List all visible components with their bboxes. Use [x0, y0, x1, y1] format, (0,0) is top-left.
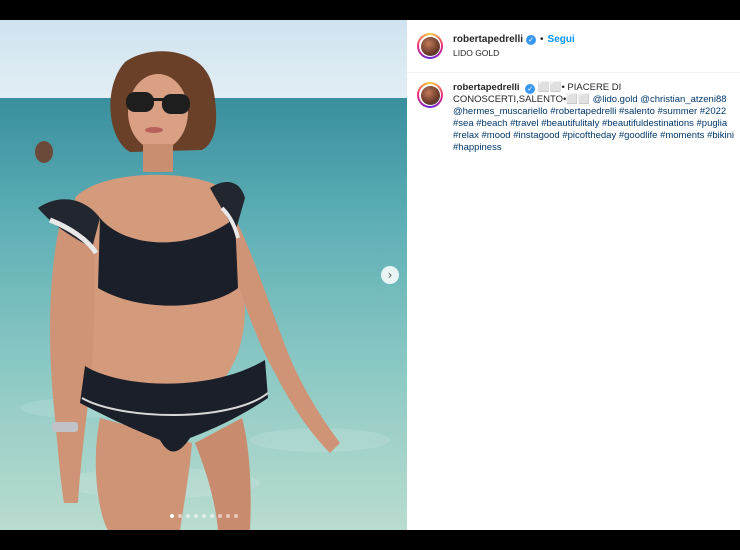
hashtag-link[interactable]: #2022: [700, 106, 726, 117]
verified-badge-icon: ✓: [525, 84, 536, 94]
avatar-image: [420, 36, 440, 56]
screen: › robertapedrelli ✓ • Segui LIDO GOLD ro…: [0, 0, 740, 550]
caption-avatar[interactable]: [417, 82, 443, 108]
post-sidebar: robertapedrelli ✓ • Segui LIDO GOLD robe…: [407, 20, 740, 530]
hashtag-link[interactable]: #moments: [660, 130, 704, 141]
hashtag-link[interactable]: #summer: [658, 106, 698, 117]
post-header: robertapedrelli ✓ • Segui LIDO GOLD: [407, 20, 740, 73]
hashtag-link[interactable]: #robertapedrelli: [550, 106, 616, 117]
location-link[interactable]: LIDO GOLD: [453, 48, 575, 58]
header-row: robertapedrelli ✓ • Segui: [453, 34, 575, 45]
hashtag-link[interactable]: #beautifuldestinations: [602, 118, 694, 129]
mention-link[interactable]: @lido.gold: [593, 94, 638, 105]
carousel-dot: [177, 514, 182, 518]
hashtag-link[interactable]: #beach: [476, 118, 507, 129]
hashtag-link[interactable]: #goodlife: [619, 130, 658, 141]
carousel-dot: [169, 514, 174, 518]
separator: •: [540, 34, 544, 45]
hashtag-link[interactable]: #picoftheday: [562, 130, 616, 141]
avatar-ring: [419, 35, 441, 57]
hashtag-link[interactable]: #bikini: [707, 130, 734, 141]
instagram-post: › robertapedrelli ✓ • Segui LIDO GOLD ro…: [0, 20, 740, 530]
carousel-dot: [225, 514, 230, 518]
carousel-dot: [209, 514, 214, 518]
carousel-dot: [217, 514, 222, 518]
carousel-dot: [193, 514, 198, 518]
avatar[interactable]: [417, 33, 443, 59]
follow-button[interactable]: Segui: [548, 34, 575, 45]
caption: robertapedrelli ✓ ⬜⬜• PIACERE DI CONOSCE…: [417, 82, 735, 154]
woman-in-bikini-photo: [35, 51, 340, 530]
hashtag-link[interactable]: #instagood: [513, 130, 559, 141]
avatar-ring: [419, 84, 441, 106]
hashtag-link[interactable]: #travel: [510, 118, 539, 129]
caption-username[interactable]: robertapedrelli: [453, 82, 520, 93]
caption-text: robertapedrelli ✓ ⬜⬜• PIACERE DI CONOSCE…: [453, 82, 735, 154]
hashtag-link[interactable]: #beautifulitaly: [541, 118, 599, 129]
mention-link[interactable]: @christian_atzeni88: [640, 94, 726, 105]
hashtag-link[interactable]: #relax: [453, 130, 479, 141]
mention-link[interactable]: @hermes_muscariello: [453, 106, 548, 117]
hashtag-link[interactable]: #mood: [482, 130, 511, 141]
post-image[interactable]: ›: [0, 20, 407, 530]
carousel-dot: [201, 514, 206, 518]
hashtag-link[interactable]: #happiness: [453, 142, 502, 153]
hashtag-link[interactable]: #salento: [619, 106, 655, 117]
carousel-dot: [233, 514, 238, 518]
chevron-right-icon[interactable]: ›: [381, 266, 399, 284]
avatar-image: [420, 85, 440, 105]
carousel-indicator: [0, 514, 407, 518]
carousel-dot: [185, 514, 190, 518]
hashtag-link[interactable]: #sea: [453, 118, 474, 129]
username-link[interactable]: robertapedrelli: [453, 34, 523, 45]
header-text: robertapedrelli ✓ • Segui LIDO GOLD: [453, 34, 575, 58]
hashtag-link[interactable]: #puglia: [697, 118, 728, 129]
verified-badge-icon: ✓: [526, 34, 537, 45]
